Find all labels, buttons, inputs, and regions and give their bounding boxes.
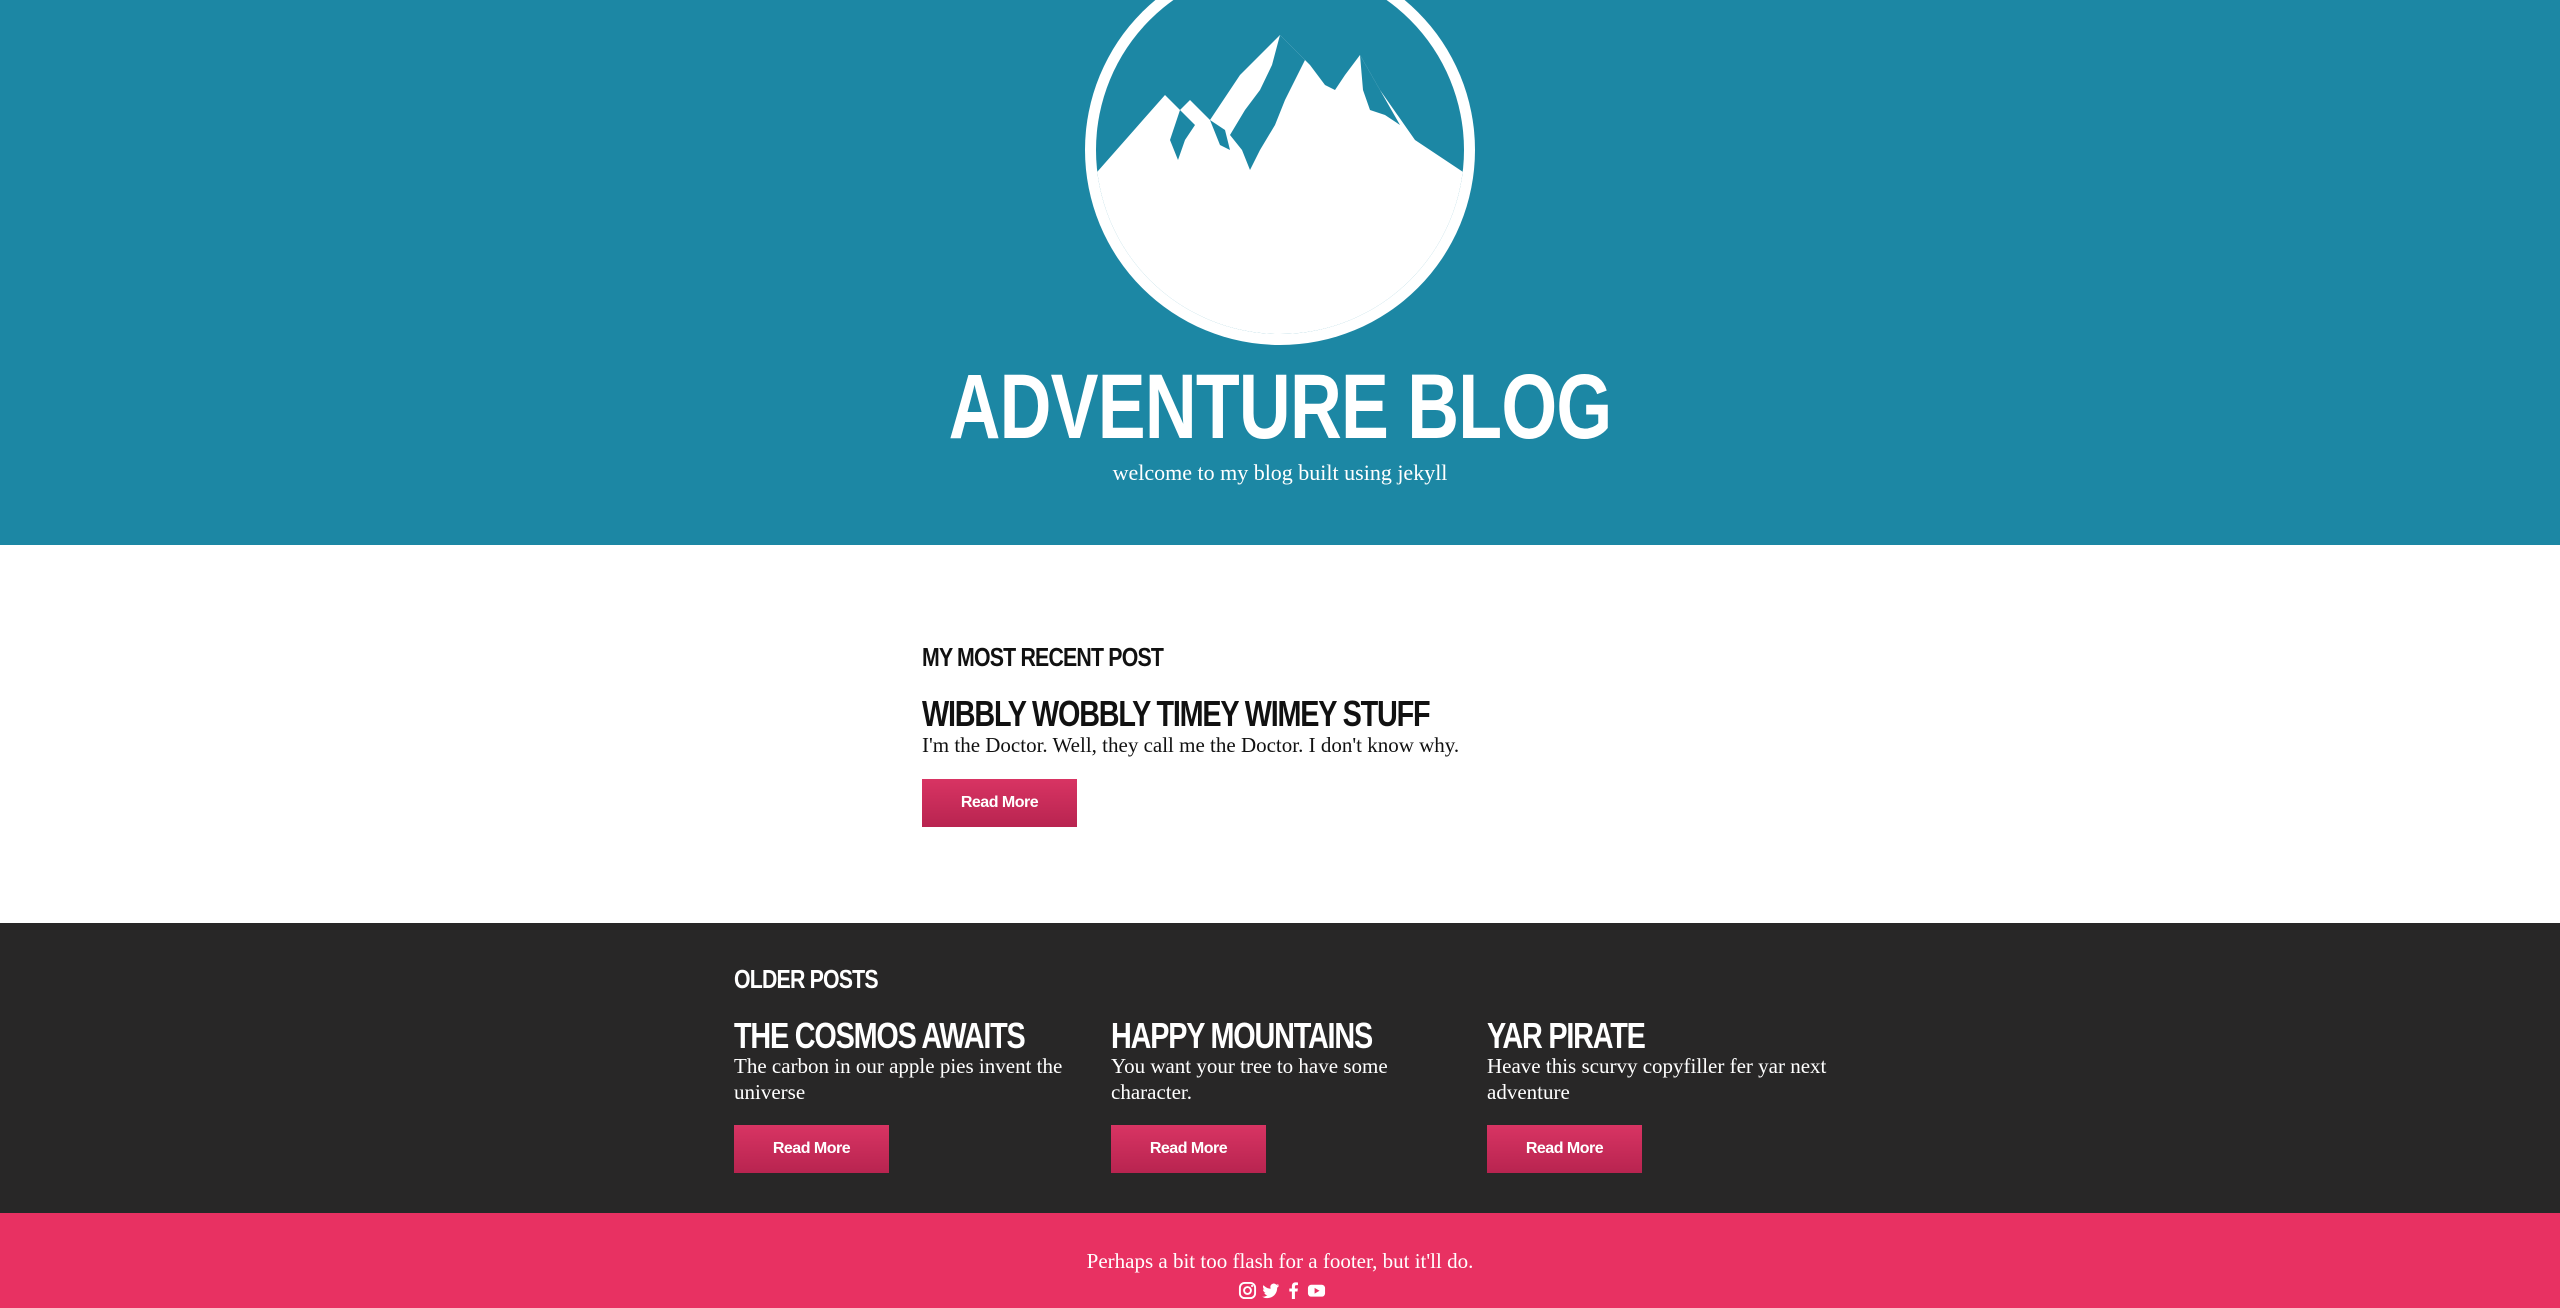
social-links [1238, 1279, 1326, 1301]
mountain-logo-icon[interactable] [1080, 0, 1480, 350]
older-read-more-button[interactable]: Read More [734, 1125, 889, 1173]
older-read-more-button[interactable]: Read More [1487, 1125, 1642, 1173]
older-posts-section: OLDER POSTS THE COSMOS AWAITS The carbon… [0, 923, 2560, 1213]
older-read-more-button[interactable]: Read More [1111, 1125, 1266, 1173]
recent-post-section: MY MOST RECENT POST WIBBLY WOBBLY TIMEY … [0, 545, 2560, 923]
youtube-icon[interactable] [1307, 1281, 1326, 1300]
recent-post-heading: MY MOST RECENT POST [922, 642, 1164, 672]
older-posts-heading: OLDER POSTS [734, 964, 879, 994]
twitter-icon[interactable] [1261, 1281, 1280, 1300]
instagram-icon[interactable] [1238, 1281, 1257, 1300]
recent-read-more-button[interactable]: Read More [922, 779, 1077, 827]
site-header: ADVENTURE BLOG welcome to my blog built … [0, 0, 2560, 545]
site-footer: Perhaps a bit too flash for a footer, bu… [0, 1213, 2560, 1308]
older-post-excerpt: You want your tree to have some characte… [1111, 1054, 1388, 1104]
older-post-title[interactable]: THE COSMOS AWAITS [734, 1015, 1026, 1057]
site-tagline: welcome to my blog built using jekyll [1112, 460, 1448, 485]
older-post-excerpt: The carbon in our apple pies invent the … [734, 1054, 1063, 1104]
older-post-title[interactable]: YAR PIRATE [1487, 1015, 1646, 1057]
recent-post-title[interactable]: WIBBLY WOBBLY TIMEY WIMEY STUFF [922, 693, 1431, 735]
facebook-icon[interactable] [1284, 1281, 1303, 1300]
recent-post-excerpt: I'm the Doctor. Well, they call me the D… [922, 733, 1460, 757]
older-post-excerpt: Heave this scurvy copyfiller fer yar nex… [1487, 1054, 1827, 1104]
site-title: ADVENTURE BLOG [948, 356, 1613, 458]
older-post-title[interactable]: HAPPY MOUNTAINS [1111, 1015, 1373, 1057]
footer-text: Perhaps a bit too flash for a footer, bu… [1086, 1249, 1474, 1273]
